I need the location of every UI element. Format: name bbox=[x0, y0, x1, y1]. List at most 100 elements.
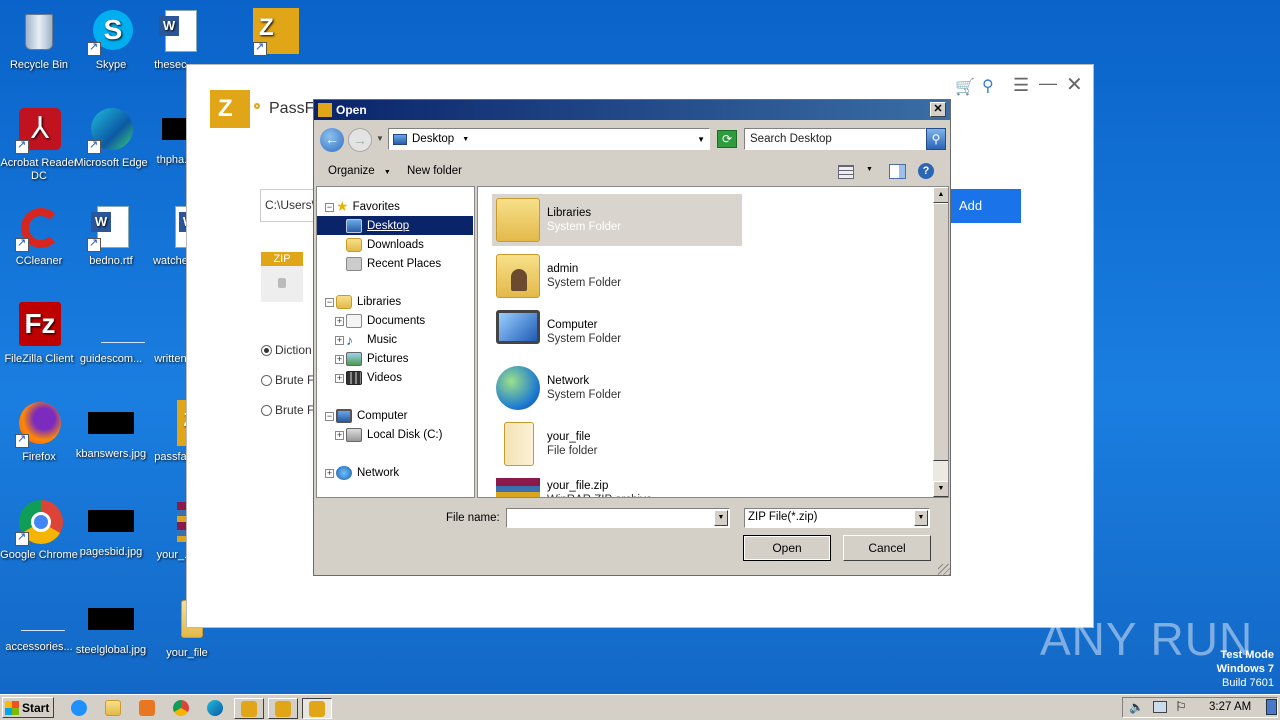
star-icon: ★ bbox=[336, 198, 349, 214]
tree-item-documents[interactable]: Documents bbox=[317, 311, 473, 330]
flag-icon[interactable]: ⚐ bbox=[1175, 699, 1187, 715]
taskbar-passfab-1[interactable] bbox=[234, 698, 264, 719]
file-item-computer[interactable]: Computer System Folder bbox=[492, 306, 742, 358]
tree-item-downloads[interactable]: Downloads bbox=[317, 235, 473, 254]
dialog-titlebar: Open bbox=[314, 100, 950, 120]
taskbar-ie[interactable] bbox=[64, 698, 94, 719]
start-button[interactable]: Start bbox=[2, 697, 54, 718]
radio-checked-icon bbox=[261, 344, 272, 356]
tree-item-recent-places[interactable]: Recent Places bbox=[317, 254, 473, 273]
organize-menu[interactable]: Organize ▼ bbox=[328, 165, 391, 177]
preview-pane-icon[interactable] bbox=[889, 164, 906, 179]
tree-item-music[interactable]: ♪ Music bbox=[317, 330, 473, 349]
navigation-pane: − ★ Favorites Desktop Downloads Recent P… bbox=[316, 186, 475, 498]
view-options-icon[interactable] bbox=[838, 165, 854, 179]
file-type-dropdown-icon[interactable]: ▼ bbox=[914, 510, 928, 526]
desktop-icon-chrome[interactable]: Google Chrome bbox=[0, 498, 78, 562]
edge-icon bbox=[87, 106, 135, 154]
chrome-icon bbox=[15, 498, 63, 546]
search-icon[interactable]: ⚲ bbox=[926, 128, 946, 150]
tree-item-network[interactable]: Network bbox=[317, 463, 473, 482]
explorer-icon bbox=[105, 700, 121, 716]
taskbar-edge[interactable] bbox=[200, 698, 230, 719]
minimize-icon[interactable]: — bbox=[1039, 73, 1057, 94]
new-folder-button[interactable]: New folder bbox=[407, 165, 462, 177]
resize-grip[interactable] bbox=[938, 564, 950, 576]
zip-badge: ZIP bbox=[261, 252, 303, 266]
music-icon: ♪ bbox=[346, 331, 353, 348]
desktop-icon-ccleaner[interactable]: CCleaner bbox=[0, 204, 78, 268]
test-mode-text: Test Mode Windows 7 Build 7601 bbox=[1216, 649, 1274, 689]
refresh-icon[interactable]: ⟳ bbox=[717, 130, 737, 148]
taskbar: Start 🔈 ⚐ 3:27 AM bbox=[0, 694, 1280, 720]
clock[interactable]: 3:27 AM bbox=[1209, 701, 1251, 713]
tree-item-computer[interactable]: Computer bbox=[317, 406, 473, 425]
taskbar-chrome[interactable] bbox=[166, 698, 196, 719]
dialog-title: Open bbox=[336, 103, 367, 117]
option-dictionary[interactable]: Diction bbox=[261, 343, 312, 357]
file-path-input[interactable]: C:\Users\ bbox=[260, 189, 320, 222]
show-desktop-button[interactable] bbox=[1266, 699, 1277, 715]
desktop-icon-accessories[interactable]: accessories... bbox=[0, 604, 78, 654]
dialog-close-button[interactable]: ✕ bbox=[930, 102, 946, 117]
file-item-your-file[interactable]: your_file File folder bbox=[492, 418, 742, 470]
desktop-icon-filezilla[interactable]: Fz FileZilla Client bbox=[0, 302, 78, 366]
add-button[interactable]: Add bbox=[951, 189, 1021, 223]
desktop-icon-steelglobal[interactable]: steelglobal.jpg bbox=[72, 596, 150, 657]
option-brute-force-mask[interactable]: Brute F bbox=[261, 403, 314, 417]
file-type-select[interactable]: ZIP File(*.zip) bbox=[744, 508, 930, 528]
address-dropdown-icon[interactable]: ▼ bbox=[697, 135, 705, 144]
tree-item-pictures[interactable]: Pictures bbox=[317, 349, 473, 368]
cart-icon[interactable]: 🛒 bbox=[955, 77, 975, 97]
taskbar-explorer[interactable] bbox=[98, 698, 128, 719]
recent-chevron-icon[interactable]: ▼ bbox=[376, 134, 384, 143]
file-item-admin[interactable]: admin System Folder bbox=[492, 250, 742, 302]
scroll-up-icon[interactable]: ▲ bbox=[933, 187, 948, 203]
file-name-dropdown-icon[interactable]: ▼ bbox=[714, 510, 728, 526]
scroll-thumb[interactable] bbox=[933, 203, 948, 461]
user-folder-icon bbox=[496, 254, 540, 298]
skype-icon: S bbox=[87, 8, 135, 56]
network-tray-icon[interactable] bbox=[1153, 701, 1167, 713]
option-brute-force[interactable]: Brute F bbox=[261, 373, 314, 387]
taskbar-media[interactable] bbox=[132, 698, 162, 719]
close-icon[interactable]: ✕ bbox=[1066, 72, 1083, 97]
desktop-icon-thesec[interactable]: W thesec... bbox=[136, 8, 214, 72]
view-chevron-icon[interactable]: ▼ bbox=[866, 166, 873, 173]
chrome-icon bbox=[173, 700, 189, 716]
back-arrow-icon[interactable]: ← bbox=[320, 128, 344, 152]
file-item-network[interactable]: Network System Folder bbox=[492, 362, 742, 414]
volume-icon[interactable]: 🔈 bbox=[1129, 700, 1144, 714]
open-button[interactable]: Open bbox=[743, 535, 831, 561]
image-thumb-icon bbox=[88, 608, 134, 630]
desktop-icon-recycle-bin[interactable]: Recycle Bin bbox=[0, 8, 78, 72]
help-icon[interactable]: ? bbox=[918, 163, 934, 179]
key-search-icon[interactable]: ⚲ bbox=[982, 76, 994, 96]
vertical-scrollbar[interactable]: ▲ ▼ bbox=[933, 187, 948, 497]
file-item-your-file-zip[interactable]: your_file.zip WinRAR ZIP archive bbox=[492, 474, 742, 497]
tree-item-libraries[interactable]: Libraries bbox=[317, 292, 473, 311]
network-icon bbox=[336, 465, 352, 480]
passfab-small-icon bbox=[318, 103, 332, 117]
tree-item-videos[interactable]: Videos bbox=[317, 368, 473, 387]
menu-icon[interactable]: ☰ bbox=[1013, 75, 1029, 96]
file-name-input[interactable] bbox=[506, 508, 730, 528]
firefox-icon bbox=[15, 400, 63, 448]
taskbar-passfab-2[interactable] bbox=[268, 698, 298, 719]
taskbar-passfab-active[interactable] bbox=[302, 698, 332, 719]
tree-item-desktop[interactable]: Desktop bbox=[317, 216, 473, 235]
desktop-icon-passfab[interactable]: Z bbox=[222, 8, 300, 59]
computer-monitor-icon bbox=[496, 310, 540, 344]
breadcrumb-desktop[interactable]: Desktop bbox=[412, 133, 454, 145]
scroll-down-icon[interactable]: ▼ bbox=[933, 481, 948, 497]
desktop-icon-firefox[interactable]: Firefox bbox=[0, 400, 78, 464]
desktop-icon-acrobat[interactable]: ⅄ Acrobat Reader DC bbox=[0, 106, 78, 183]
tree-item-favorites[interactable]: ★ Favorites bbox=[317, 197, 473, 216]
address-bar[interactable]: Desktop ▼ ▼ bbox=[388, 128, 710, 150]
cancel-button[interactable]: Cancel bbox=[843, 535, 931, 561]
tree-item-local-disk[interactable]: Local Disk (C:) bbox=[317, 425, 473, 444]
breadcrumb-chevron-icon[interactable]: ▼ bbox=[462, 136, 469, 143]
search-input[interactable]: Search Desktop bbox=[744, 128, 926, 150]
forward-arrow-icon[interactable]: → bbox=[348, 128, 372, 152]
file-item-libraries[interactable]: Libraries System Folder bbox=[492, 194, 742, 246]
